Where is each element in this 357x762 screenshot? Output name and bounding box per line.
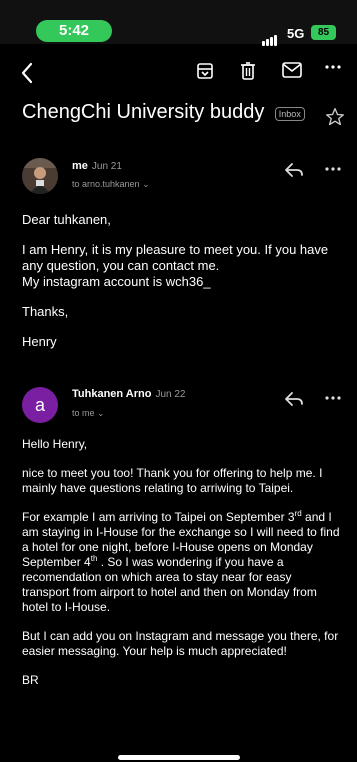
- message-date: Jun 22: [155, 389, 186, 400]
- recipient-line[interactable]: to me ⌄: [72, 408, 105, 419]
- sender-name-text: me: [72, 160, 88, 172]
- sender-name-text: Tuhkanen Arno: [72, 388, 152, 400]
- subject-row: ChengChi University buddy Inbox: [22, 101, 352, 141]
- recipient-line[interactable]: to arno.tuhkanen ⌄: [72, 179, 150, 190]
- battery-icon: 85: [311, 25, 336, 40]
- mail-icon[interactable]: [282, 62, 302, 78]
- message-body: Dear tuhkanen, I am Henry, it is my plea…: [22, 212, 342, 364]
- delete-icon[interactable]: [240, 62, 256, 80]
- recipient-text: to me: [72, 408, 95, 418]
- network-label: 5G: [287, 26, 305, 41]
- home-indicator[interactable]: [118, 755, 240, 760]
- more-icon[interactable]: [325, 64, 341, 70]
- message-more-icon[interactable]: [325, 395, 341, 401]
- back-icon[interactable]: [20, 62, 34, 84]
- status-bar: 5:42 5G 85: [0, 0, 357, 46]
- greeting: Dear tuhkanen,: [22, 212, 111, 227]
- ordinal-suffix: rd: [294, 509, 302, 518]
- message-body: Hello Henry, nice to meet you too! Thank…: [22, 437, 342, 702]
- avatar: a: [22, 387, 58, 423]
- recipient-text: to arno.tuhkanen: [72, 179, 140, 189]
- message-header[interactable]: me Jun 21 to arno.tuhkanen ⌄: [22, 158, 342, 206]
- reply-icon[interactable]: [284, 391, 304, 407]
- message-date: Jun 21: [91, 161, 122, 172]
- reply-icon[interactable]: [284, 162, 304, 178]
- closing: BR: [22, 673, 39, 687]
- body-paragraph: But I can add you on Instagram and messa…: [22, 629, 339, 658]
- message-header[interactable]: a Tuhkanen Arno Jun 22 to me ⌄: [22, 387, 342, 435]
- body-paragraph: I am Henry, it is my pleasure to meet yo…: [22, 242, 342, 290]
- toolbar: [0, 52, 357, 94]
- thanks-line: Thanks,: [22, 304, 69, 319]
- avatar: [22, 158, 58, 194]
- star-icon[interactable]: [325, 107, 345, 127]
- body-line: I am Henry, it is my pleasure to meet yo…: [22, 242, 329, 273]
- chevron-down-icon: ⌄: [142, 179, 150, 189]
- body-text-segment: For example I am arriving to Taipei on S…: [22, 510, 295, 524]
- sender-name: me Jun 21: [72, 160, 122, 172]
- body-paragraph: For example I am arriving to Taipei on S…: [22, 510, 342, 615]
- greeting: Hello Henry,: [22, 437, 88, 451]
- inbox-label-badge[interactable]: Inbox: [274, 107, 305, 121]
- body-line: My instagram account is wch36_: [22, 274, 211, 289]
- sender-name: Tuhkanen Arno Jun 22: [72, 388, 185, 400]
- signature: Henry: [22, 334, 57, 349]
- status-time: 5:42: [36, 20, 112, 42]
- signal-icon: [262, 28, 278, 46]
- subject-title: ChengChi University buddy: [22, 101, 265, 123]
- body-paragraph: nice to meet you too! Thank you for offe…: [22, 466, 323, 495]
- chevron-down-icon: ⌄: [97, 408, 105, 418]
- message-more-icon[interactable]: [325, 166, 341, 172]
- archive-icon[interactable]: [196, 62, 214, 80]
